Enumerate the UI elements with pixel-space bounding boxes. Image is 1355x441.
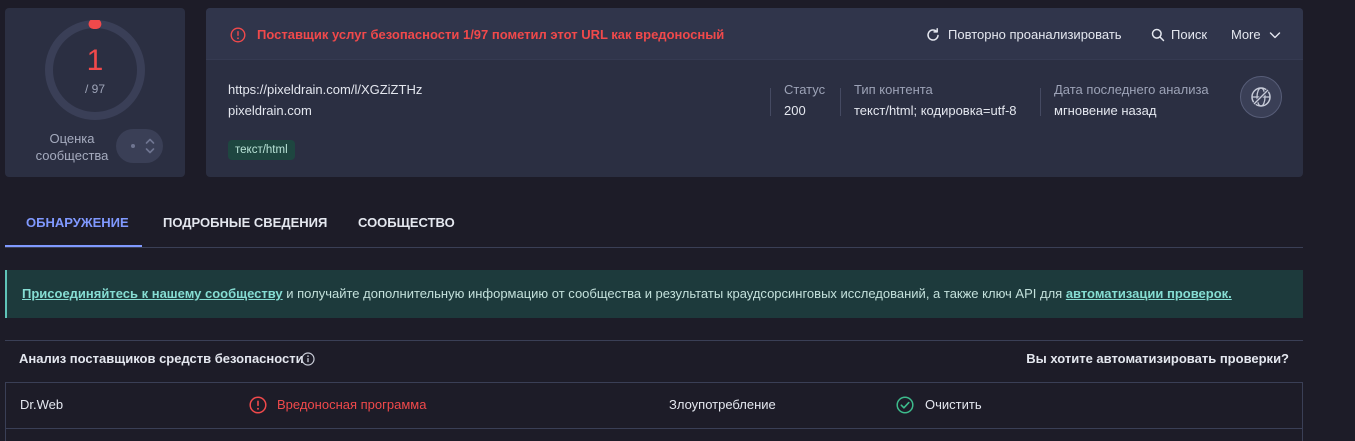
status-label: Статус xyxy=(784,82,826,97)
info-icon[interactable] xyxy=(301,352,315,366)
vendor-verdict: Очистить xyxy=(925,397,982,412)
url-report-card: Поставщик услуг безопасности 1/97 помети… xyxy=(206,8,1303,177)
more-menu-button[interactable]: More xyxy=(1231,27,1281,43)
tab-details[interactable]: ПОДРОБНЫЕ СВЕДЕНИЯ xyxy=(155,198,330,247)
community-score-label-line2: сообщества xyxy=(35,148,109,163)
tab-details-label: ПОДРОБНЫЕ СВЕДЕНИЯ xyxy=(163,215,328,230)
community-vote-control[interactable] xyxy=(116,129,163,163)
last-analysis-label: Дата последнего анализа xyxy=(1054,82,1209,97)
vendor-verdict: Вредоносная программа xyxy=(277,397,427,412)
banner-text: и получайте дополнительную информацию от… xyxy=(282,286,1066,301)
scanned-domain: pixeldrain.com xyxy=(228,103,312,118)
community-score-label-line1: Оценка xyxy=(49,131,95,146)
vote-up-down-icon[interactable] xyxy=(144,134,156,158)
search-icon xyxy=(1151,28,1165,42)
content-type-label: Тип контента xyxy=(854,82,933,97)
search-button[interactable]: Поиск xyxy=(1150,27,1207,43)
globe-icon xyxy=(1251,87,1271,107)
last-analysis-value: мгновение назад xyxy=(1054,103,1157,118)
more-label: More xyxy=(1231,27,1261,42)
vendor-results-table: Dr.Web Вредоносная программа Злоупотребл… xyxy=(5,382,1303,441)
meta-divider xyxy=(840,88,841,116)
content-type-tag[interactable]: текст/html xyxy=(228,140,295,160)
content-type-value: текст/html; кодировка=utf-8 xyxy=(854,103,1017,118)
report-header-bar: Поставщик услуг безопасности 1/97 помети… xyxy=(206,8,1303,60)
join-community-link[interactable]: Присоединяйтесь к нашему сообществу xyxy=(22,286,283,301)
report-tabs: ОБНАРУЖЕНИЕ ПОДРОБНЫЕ СВЕДЕНИЯ СООБЩЕСТВ… xyxy=(5,198,1303,248)
tab-detection-label: ОБНАРУЖЕНИЕ xyxy=(26,215,129,230)
detection-count: 1 xyxy=(86,44,104,77)
vendor-analysis-header: Анализ поставщиков средств безопасности … xyxy=(5,340,1303,382)
check-circle-icon xyxy=(896,396,914,414)
refresh-icon xyxy=(927,28,939,41)
tab-detection[interactable]: ОБНАРУЖЕНИЕ xyxy=(5,198,142,247)
tab-community[interactable]: СООБЩЕСТВО xyxy=(348,198,460,247)
status-value: 200 xyxy=(784,103,806,118)
vendor-name: Dr.Web xyxy=(20,397,64,412)
detection-total: / 97 xyxy=(84,82,105,96)
vendor-analysis-title: Анализ поставщиков средств безопасности xyxy=(19,351,304,366)
vote-score-dot xyxy=(131,144,135,148)
search-label: Поиск xyxy=(1171,27,1208,42)
reanalyze-button[interactable]: Повторно проанализировать xyxy=(925,27,1122,43)
reanalyze-label: Повторно проанализировать xyxy=(948,27,1122,42)
site-thumbnail xyxy=(1240,76,1282,118)
detection-alert-text: Поставщик услуг безопасности 1/97 помети… xyxy=(257,27,725,42)
tab-community-label: СООБЩЕСТВО xyxy=(358,215,455,230)
chevron-down-icon xyxy=(1269,32,1280,39)
table-row: Dr.Web Вредоносная программа Злоупотребл… xyxy=(6,383,1302,429)
automation-link[interactable]: автоматизации проверок. xyxy=(1066,286,1232,301)
community-banner: Присоединяйтесь к нашему сообществу и по… xyxy=(5,270,1303,318)
alert-circle-icon xyxy=(230,27,246,43)
meta-divider xyxy=(1040,88,1041,116)
vendor-name: Злоупотребление xyxy=(669,397,776,412)
scanned-url: https://pixeldrain.com/l/XGZiZTHz xyxy=(228,82,423,97)
community-score-label: Оценка сообщества xyxy=(22,130,122,164)
active-tab-indicator xyxy=(5,245,142,247)
meta-divider xyxy=(770,88,771,116)
community-score-card: 1 / 97 Оценка сообщества xyxy=(5,8,185,177)
automate-checks-link[interactable]: Вы хотите автоматизировать проверки? xyxy=(1026,351,1289,367)
alert-circle-icon xyxy=(249,396,267,414)
